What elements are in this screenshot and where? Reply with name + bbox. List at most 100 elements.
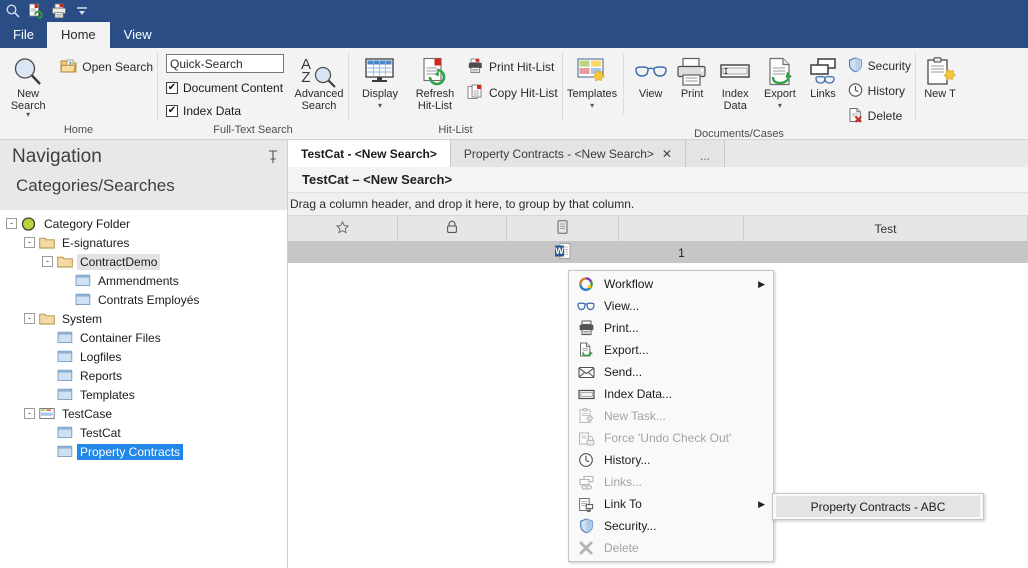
pin-icon[interactable] bbox=[268, 150, 278, 167]
menu-item-link-to[interactable]: Link To▶ bbox=[569, 493, 773, 515]
column-header-lock-icon[interactable] bbox=[398, 216, 507, 241]
new-task-button[interactable]: New T bbox=[918, 52, 962, 100]
templates-button[interactable]: Templates ▾ bbox=[567, 52, 617, 109]
tree-item-testcat[interactable]: TestCat bbox=[0, 423, 287, 442]
menu-item-label: Links... bbox=[604, 475, 642, 489]
index-data-label: Index Data bbox=[183, 104, 241, 118]
tree-item-reports[interactable]: Reports bbox=[0, 366, 287, 385]
group-by-drop-area[interactable]: Drag a column header, and drop it here, … bbox=[288, 193, 1028, 216]
menu-item-index-data[interactable]: Index Data... bbox=[569, 383, 773, 405]
tree-item-contrats-employ-s[interactable]: Contrats Employés bbox=[0, 290, 287, 309]
tree-item-label: ContractDemo bbox=[77, 254, 160, 270]
tree-item-logfiles[interactable]: Logfiles bbox=[0, 347, 287, 366]
menu-item-print[interactable]: Print... bbox=[569, 317, 773, 339]
delete-button[interactable]: Delete bbox=[844, 105, 915, 127]
chevron-down-icon[interactable]: ▾ bbox=[778, 103, 782, 109]
tree-item-category-folder[interactable]: -Category Folder bbox=[0, 214, 287, 233]
ribbon-group-home: New Search ▾ Open Search Home bbox=[0, 48, 157, 140]
refresh-hitlist-button[interactable]: Refresh Hit-List bbox=[407, 52, 463, 112]
tree-item-container-files[interactable]: Container Files bbox=[0, 328, 287, 347]
submenu-item-property-contracts-abc[interactable]: Property Contracts - ABC bbox=[776, 496, 980, 517]
index-data-icon bbox=[717, 56, 753, 88]
menu-item-label: Send... bbox=[604, 365, 642, 379]
history-button[interactable]: History bbox=[844, 80, 915, 102]
display-button[interactable]: Display ▾ bbox=[353, 52, 407, 109]
ribbon: New Search ▾ Open Search Home bbox=[0, 48, 1028, 140]
chevron-down-icon[interactable]: ▾ bbox=[590, 103, 594, 109]
ribbon-tab-file[interactable]: File bbox=[0, 22, 47, 48]
customize-qat-icon[interactable] bbox=[74, 3, 90, 19]
search-folder-icon bbox=[57, 426, 73, 439]
ribbon-group-tasks: New T bbox=[916, 48, 962, 140]
checkbox-icon[interactable]: ✔ bbox=[166, 82, 178, 94]
tree-item-contractdemo[interactable]: - ContractDemo bbox=[0, 252, 287, 271]
document-content-checkbox-row[interactable]: ✔ Document Content bbox=[166, 78, 284, 97]
print-icon[interactable] bbox=[51, 3, 67, 19]
cell-count[interactable]: 1 bbox=[619, 246, 744, 260]
tree-item-e-signatures[interactable]: -E-signatures bbox=[0, 233, 287, 252]
print-button[interactable]: Print bbox=[671, 52, 712, 100]
tree-item-label: TestCase bbox=[59, 406, 115, 422]
index-data-button[interactable]: Index Data bbox=[713, 52, 758, 112]
document-tab-property-contracts[interactable]: Property Contracts - <New Search> ✕ bbox=[451, 140, 686, 167]
chevron-down-icon[interactable]: ▾ bbox=[26, 112, 30, 118]
display-grid-icon bbox=[363, 56, 397, 88]
column-header-col3[interactable] bbox=[619, 216, 744, 241]
chevron-down-icon[interactable]: ▾ bbox=[378, 103, 382, 109]
context-menu: Workflow▶View...Print...Export... Send...… bbox=[568, 270, 774, 562]
tree-expander-icon[interactable]: - bbox=[24, 313, 35, 324]
quick-search-input[interactable] bbox=[166, 54, 284, 73]
tree-expander-icon[interactable]: - bbox=[24, 408, 35, 419]
open-folder-icon bbox=[60, 58, 77, 77]
tree-item-property-contracts[interactable]: Property Contracts bbox=[0, 442, 287, 461]
display-label: Display bbox=[362, 88, 398, 100]
refresh-document-icon[interactable] bbox=[28, 3, 44, 19]
search-folder-icon bbox=[57, 445, 73, 458]
search-folder-icon bbox=[57, 388, 73, 401]
menu-item-send[interactable]: Send... bbox=[569, 361, 773, 383]
cell-document-type[interactable]: W bbox=[507, 242, 619, 263]
security-button[interactable]: Security bbox=[844, 55, 915, 77]
tree-item-templates[interactable]: Templates bbox=[0, 385, 287, 404]
checkbox-icon[interactable]: ✔ bbox=[166, 105, 178, 117]
table-row[interactable]: W 1 bbox=[288, 242, 1028, 263]
tree-expander-icon[interactable]: - bbox=[42, 256, 53, 267]
menu-item-export[interactable]: Export... bbox=[569, 339, 773, 361]
ribbon-tab-view[interactable]: View bbox=[110, 22, 166, 48]
shield-icon bbox=[575, 517, 597, 535]
open-search-button[interactable]: Open Search bbox=[56, 56, 157, 78]
column-header-star-icon[interactable] bbox=[288, 216, 398, 241]
tree-item-ammendments[interactable]: Ammendments bbox=[0, 271, 287, 290]
category-tree: -Category Folder-E-signatures-ContractDe… bbox=[0, 210, 287, 461]
view-button[interactable]: View bbox=[630, 52, 671, 100]
column-header-document-icon[interactable] bbox=[507, 216, 619, 241]
menu-item-security[interactable]: Security... bbox=[569, 515, 773, 537]
export-label: Export bbox=[764, 88, 796, 100]
column-header-test[interactable]: Test bbox=[744, 216, 1028, 241]
copy-hitlist-button[interactable]: Copy Hit-List bbox=[463, 82, 562, 104]
ribbon-tab-home[interactable]: Home bbox=[47, 22, 110, 48]
search-icon[interactable] bbox=[5, 3, 21, 19]
templates-label: Templates bbox=[567, 88, 617, 100]
workflow-icon bbox=[575, 275, 597, 293]
tree-expander-icon[interactable]: - bbox=[6, 218, 17, 229]
links-button[interactable]: Links bbox=[802, 52, 843, 100]
tree-item-testcase[interactable]: - TestCase bbox=[0, 404, 287, 423]
index-data-checkbox-row[interactable]: ✔ Index Data bbox=[166, 101, 284, 120]
close-icon[interactable]: ✕ bbox=[662, 147, 672, 161]
document-tab-testcat[interactable]: TestCat - <New Search> bbox=[288, 140, 451, 167]
menu-item-workflow[interactable]: Workflow▶ bbox=[569, 273, 773, 295]
advanced-search-label-line2: Search bbox=[302, 100, 337, 112]
delete-x-icon bbox=[575, 539, 597, 557]
tree-item-system[interactable]: -System bbox=[0, 309, 287, 328]
export-button[interactable]: Export ▾ bbox=[758, 52, 803, 109]
print-hitlist-button[interactable]: Print Hit-List bbox=[463, 56, 562, 78]
advanced-search-button[interactable]: A Z Advanced Search bbox=[290, 52, 348, 112]
document-tab-overflow[interactable]: ... bbox=[686, 140, 725, 167]
menu-item-history[interactable]: History... bbox=[569, 449, 773, 471]
case-icon bbox=[39, 407, 55, 420]
new-search-button[interactable]: New Search ▾ bbox=[4, 52, 52, 118]
tree-expander-icon[interactable]: - bbox=[24, 237, 35, 248]
menu-item-view[interactable]: View... bbox=[569, 295, 773, 317]
menu-item-label: Security... bbox=[604, 519, 656, 533]
